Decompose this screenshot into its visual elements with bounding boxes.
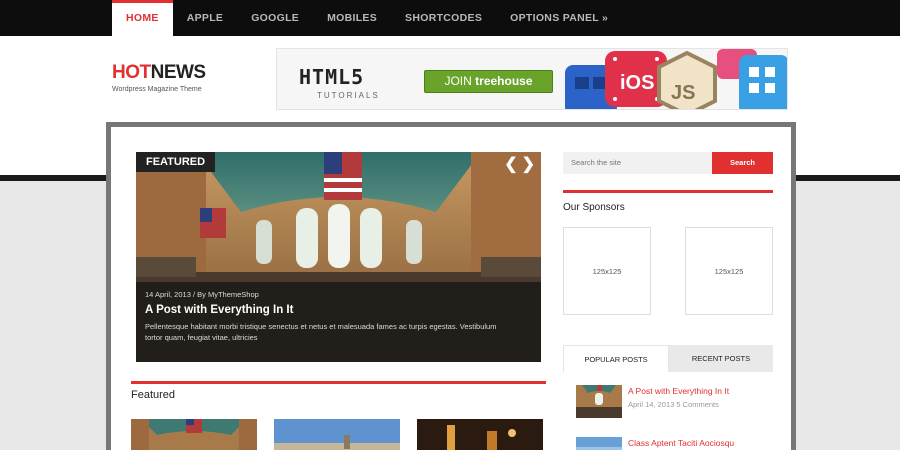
popular-post-title-2[interactable]: Class Aptent Taciti Aociosqu xyxy=(628,438,734,448)
nav-item-mobiles[interactable]: MOBILES xyxy=(313,0,391,36)
featured-thumb-image xyxy=(417,419,543,450)
slider-post-excerpt: Pellentesque habitant morbi tristique se… xyxy=(145,322,497,342)
top-nav: HOME APPLE GOOGLE MOBILES SHORTCODES OPT… xyxy=(0,0,900,36)
featured-slider[interactable]: FEATURED ❮ ❯ 14 April, 2013 / By MyTheme… xyxy=(136,152,541,362)
search-button[interactable]: Search xyxy=(712,152,773,174)
featured-thumb-2[interactable] xyxy=(274,419,400,450)
nav-item-shortcodes[interactable]: SHORTCODES xyxy=(391,0,496,36)
popular-post-thumb-2[interactable] xyxy=(576,437,622,450)
banner-tutorials-text: TUTORIALS xyxy=(317,91,380,100)
popular-post-thumb-image xyxy=(576,437,622,450)
banner-ios-text: iOS xyxy=(620,72,654,94)
slider-prev-icon[interactable]: ❮ xyxy=(504,154,517,174)
search-input[interactable] xyxy=(563,152,713,174)
tab-popular-posts[interactable]: POPULAR POSTS xyxy=(563,345,669,372)
main-menu: HOME APPLE GOOGLE MOBILES SHORTCODES OPT… xyxy=(112,0,622,36)
slider-post-meta: 14 April, 2013 / By MyThemeShop xyxy=(145,290,259,299)
content-frame: FEATURED ❮ ❯ 14 April, 2013 / By MyTheme… xyxy=(106,122,796,450)
banner-join-label: JOIN xyxy=(444,74,472,88)
nav-item-apple[interactable]: APPLE xyxy=(173,0,238,36)
posts-tabs: POPULAR POSTS RECENT POSTS xyxy=(563,345,773,372)
content-area: FEATURED ❮ ❯ 14 April, 2013 / By MyTheme… xyxy=(111,127,791,450)
slider-caption: 14 April, 2013 / By MyThemeShop A Post w… xyxy=(136,282,541,362)
tab-recent-posts[interactable]: RECENT POSTS xyxy=(669,345,773,372)
featured-thumb-image xyxy=(131,419,257,450)
slider-next-icon[interactable]: ❯ xyxy=(522,154,535,174)
featured-divider-line xyxy=(131,381,546,384)
site-logo[interactable]: HOTNEWS Wordpress Magazine Theme xyxy=(112,62,206,93)
nav-item-home[interactable]: HOME xyxy=(112,0,173,36)
banner-brand-label: treehouse xyxy=(475,74,533,88)
slider-post-title[interactable]: A Post with Everything In It xyxy=(145,304,532,316)
sponsor-ad-1[interactable]: 125x125 xyxy=(563,227,651,315)
logo-news: NEWS xyxy=(150,62,207,83)
featured-heading: Featured xyxy=(131,389,176,401)
featured-thumb-image xyxy=(274,419,400,450)
slider-arrows: ❮ ❯ xyxy=(504,154,535,174)
featured-thumb-1[interactable] xyxy=(131,419,257,450)
sponsors-heading: Our Sponsors xyxy=(563,202,625,213)
banner-html5-text: HTML5 xyxy=(299,65,365,89)
banner-js-text: JS xyxy=(671,82,695,104)
logo-hot: HOT xyxy=(112,62,151,83)
logo-tagline: Wordpress Magazine Theme xyxy=(112,86,202,93)
popular-post-thumb-image xyxy=(576,385,622,418)
featured-thumb-3[interactable] xyxy=(417,419,543,450)
nav-item-google[interactable]: GOOGLE xyxy=(237,0,313,36)
sponsor-ad-2[interactable]: 125x125 xyxy=(685,227,773,315)
banner-badges-graphic: iOS JS xyxy=(565,49,787,109)
popular-post-meta-1: April 14, 2013 5 Comments xyxy=(628,400,719,409)
nav-item-options-panel[interactable]: OPTIONS PANEL » xyxy=(496,0,622,36)
popular-post-title-1[interactable]: A Post with Everything In It xyxy=(628,386,729,396)
sidebar-divider-line xyxy=(563,190,773,193)
banner-join-button[interactable]: JOIN treehouse xyxy=(424,70,553,93)
featured-tag: FEATURED xyxy=(136,152,216,172)
popular-post-thumb-1[interactable] xyxy=(576,385,622,418)
header-ad-banner[interactable]: HTML5 TUTORIALS JOIN treehouse iOS JS xyxy=(276,48,788,110)
